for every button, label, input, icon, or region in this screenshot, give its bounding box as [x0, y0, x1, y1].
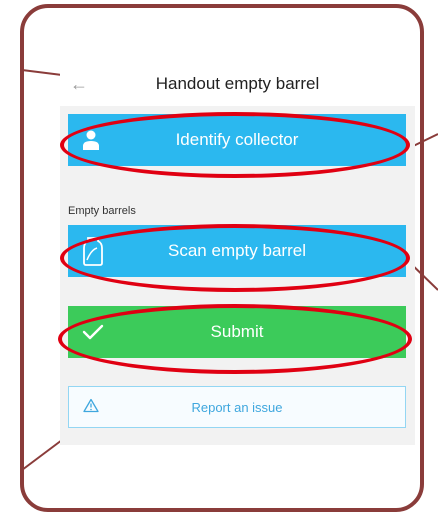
warning-icon	[83, 398, 99, 416]
identify-collector-label: Identify collector	[175, 130, 299, 149]
checkmark-icon	[82, 323, 104, 341]
scan-empty-barrel-button[interactable]: Scan empty barrel	[68, 225, 406, 277]
report-issue-label: Report an issue	[191, 399, 283, 415]
scan-empty-barrel-label: Scan empty barrel	[168, 241, 306, 260]
annotated-screenshot: ← Handout empty barrel Identify collecto…	[0, 0, 438, 523]
empty-barrels-label: Empty barrels	[68, 205, 136, 217]
barrel-icon	[82, 236, 104, 266]
submit-button[interactable]: Submit	[68, 306, 406, 358]
back-arrow-icon[interactable]: ←	[70, 74, 88, 94]
identify-collector-button[interactable]: Identify collector	[68, 114, 406, 166]
app-header: ← Handout empty barrel	[60, 62, 415, 106]
submit-label: Submit	[210, 322, 264, 341]
phone-screen: ← Handout empty barrel Identify collecto…	[60, 62, 415, 445]
report-issue-button[interactable]: Report an issue	[68, 386, 406, 428]
person-icon	[82, 130, 100, 150]
page-title: Handout empty barrel	[155, 74, 320, 93]
